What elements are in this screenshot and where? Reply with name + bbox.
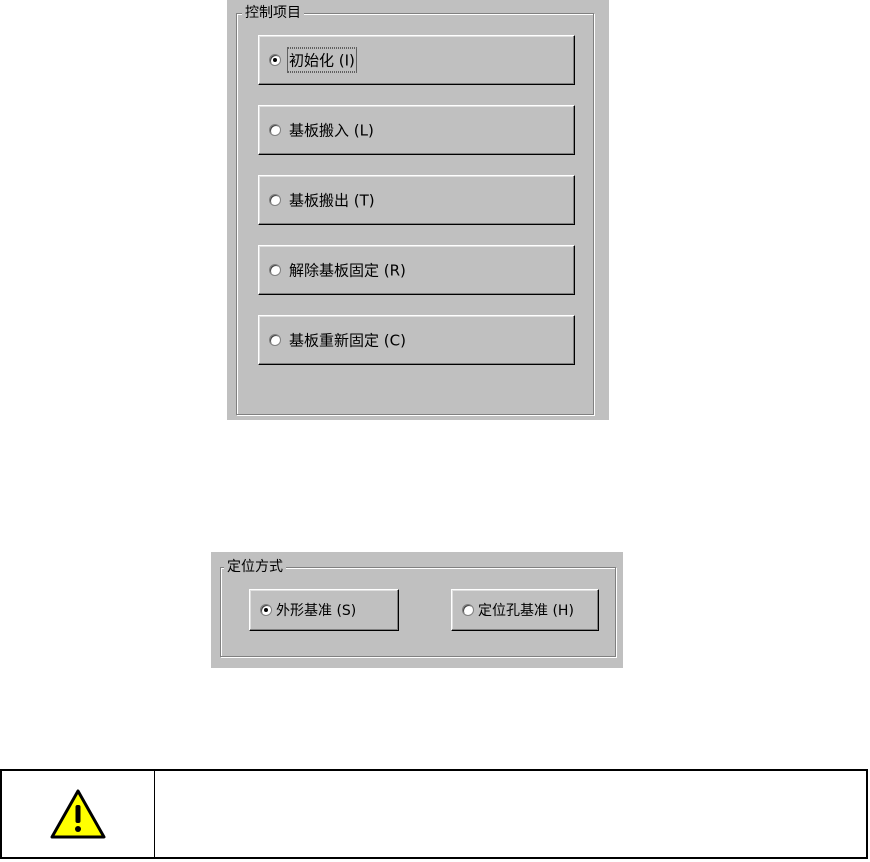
radio-unchecked-icon xyxy=(269,264,281,276)
radio-board-unload-label: 基板搬出 (T) xyxy=(289,191,375,210)
warning-text xyxy=(155,771,866,857)
radio-reclamp-board-label: 基板重新固定 (C) xyxy=(289,331,406,350)
radio-release-board-clamp-label: 解除基板固定 (R) xyxy=(289,261,406,280)
radio-initialize[interactable]: 初始化 (I) xyxy=(258,35,575,85)
radio-board-unload[interactable]: 基板搬出 (T) xyxy=(258,175,575,225)
radio-outline-reference-label: 外形基准 (S) xyxy=(276,603,357,619)
warning-box xyxy=(0,769,868,859)
radio-locating-hole-reference-label: 定位孔基准 (H) xyxy=(478,603,574,619)
radio-unchecked-icon xyxy=(269,194,281,206)
radio-initialize-label: 初始化 (I) xyxy=(287,47,357,73)
warning-icon-cell xyxy=(2,771,155,857)
radio-unchecked-icon xyxy=(462,604,474,616)
radio-board-load-label: 基板搬入 (L) xyxy=(289,121,374,140)
radio-unchecked-icon xyxy=(269,124,281,136)
control-items-title: 控制项目 xyxy=(242,5,304,21)
radio-unchecked-icon xyxy=(269,334,281,346)
radio-reclamp-board[interactable]: 基板重新固定 (C) xyxy=(258,315,575,365)
radio-checked-icon xyxy=(269,54,281,66)
radio-release-board-clamp[interactable]: 解除基板固定 (R) xyxy=(258,245,575,295)
positioning-method-groupbox: 定位方式 外形基准 (S) 定位孔基准 (H) xyxy=(220,559,616,657)
positioning-method-panel: 定位方式 外形基准 (S) 定位孔基准 (H) xyxy=(211,552,623,668)
control-items-groupbox: 控制项目 初始化 (I) 基板搬入 (L) 基板搬出 (T) 解除基板固定 (R… xyxy=(236,5,594,415)
control-items-panel: 控制项目 初始化 (I) 基板搬入 (L) 基板搬出 (T) 解除基板固定 (R… xyxy=(227,0,609,420)
positioning-method-title: 定位方式 xyxy=(224,559,286,575)
radio-board-load[interactable]: 基板搬入 (L) xyxy=(258,105,575,155)
radio-outline-reference[interactable]: 外形基准 (S) xyxy=(249,589,399,631)
warning-triangle-icon xyxy=(50,789,106,839)
radio-checked-icon xyxy=(260,604,272,616)
radio-locating-hole-reference[interactable]: 定位孔基准 (H) xyxy=(451,589,599,631)
